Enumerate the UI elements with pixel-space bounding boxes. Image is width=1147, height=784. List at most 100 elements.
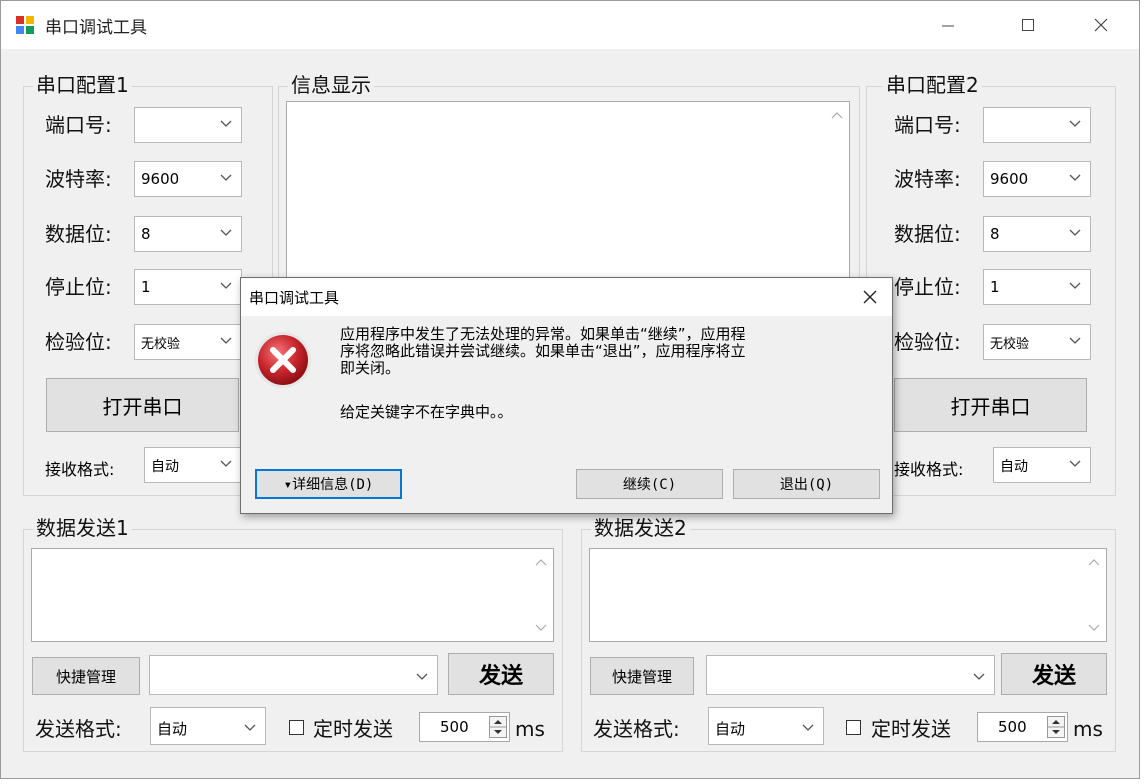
- send-format-label-1: 发送格式:: [35, 717, 122, 741]
- stopbits-value-1: 1: [141, 278, 151, 296]
- dialog-message: 应用程序中发生了无法处理的异常。如果单击“继续”，应用程 序将忽略此错误并尝试继…: [340, 326, 860, 377]
- port-label-1: 端口号:: [45, 113, 112, 137]
- databits-value-2: 8: [990, 225, 1000, 243]
- spin-arrows-icon[interactable]: [489, 716, 507, 738]
- parity-value-1: 无校验: [141, 337, 181, 352]
- chevron-down-icon: [1069, 174, 1081, 181]
- send-format-value-2: 自动: [715, 720, 746, 738]
- baud-label-1: 波特率:: [45, 167, 112, 191]
- chevron-down-icon: [802, 724, 814, 731]
- chevron-down-icon: [1069, 120, 1081, 127]
- chevron-down-icon: [1069, 229, 1081, 236]
- parity-label-1: 检验位:: [45, 330, 112, 354]
- close-icon: [863, 290, 877, 304]
- maximize-button[interactable]: [998, 1, 1058, 49]
- parity-value-2: 无校验: [990, 337, 1030, 352]
- title-bar: 串口调试工具: [1, 1, 1139, 49]
- close-button[interactable]: [1071, 1, 1131, 49]
- open-port-button-1[interactable]: 打开串口: [46, 378, 239, 432]
- quick-manage-button-1[interactable]: 快捷管理: [32, 657, 140, 695]
- baud-value-2: 9600: [990, 170, 1029, 188]
- baud-select-1[interactable]: 9600: [134, 161, 242, 197]
- send-scrollbar-1[interactable]: [529, 549, 553, 641]
- spin-arrows-icon[interactable]: [1047, 716, 1065, 738]
- send-format-select-1[interactable]: 自动: [150, 707, 266, 745]
- app-icon: [16, 16, 34, 34]
- chevron-down-icon: [220, 282, 232, 289]
- interval-value-2: 500: [998, 718, 1027, 736]
- parity-select-1[interactable]: 无校验: [134, 324, 242, 360]
- chevron-down-icon: [220, 174, 232, 181]
- databits-select-2[interactable]: 8: [983, 216, 1091, 252]
- quick-command-select-2[interactable]: [706, 655, 995, 695]
- dialog-message-line-3: 即关闭。: [340, 359, 401, 377]
- dialog-title: 串口调试工具: [249, 289, 340, 307]
- continue-button[interactable]: 继续(C): [576, 469, 723, 499]
- baud-label-2: 波特率:: [894, 167, 961, 191]
- scroll-up-icon: [535, 559, 547, 566]
- timed-send-checkbox-1[interactable]: [289, 720, 304, 735]
- dialog-message-line-2: 序将忽略此错误并尝试继续。如果单击“退出”，应用程序将立: [340, 342, 746, 360]
- timed-send-label-2: 定时发送: [871, 717, 951, 741]
- chevron-down-icon: [416, 673, 428, 680]
- databits-label-1: 数据位:: [45, 222, 112, 246]
- serial-config-2-title: 串口配置2: [883, 74, 982, 96]
- window-title: 串口调试工具: [45, 18, 147, 38]
- stopbits-label-2: 停止位:: [894, 275, 961, 299]
- timed-send-checkbox-2[interactable]: [846, 720, 861, 735]
- close-icon: [1094, 18, 1108, 32]
- recv-format-select-1[interactable]: 自动: [144, 447, 242, 483]
- send-textarea-2[interactable]: [589, 548, 1107, 642]
- send-button-2[interactable]: 发送: [1001, 653, 1107, 695]
- scroll-down-icon: [535, 624, 547, 631]
- interval-input-2[interactable]: 500: [977, 712, 1068, 742]
- send-format-select-2[interactable]: 自动: [708, 707, 824, 745]
- stopbits-label-1: 停止位:: [45, 275, 112, 299]
- stopbits-select-1[interactable]: 1: [134, 269, 242, 305]
- send-format-label-2: 发送格式:: [593, 717, 680, 741]
- scroll-up-icon: [831, 112, 843, 119]
- quit-button[interactable]: 退出(Q): [733, 469, 880, 499]
- recv-format-label-2: 接收格式:: [894, 460, 964, 479]
- port-label-2: 端口号:: [894, 113, 961, 137]
- data-send-2-title: 数据发送2: [591, 517, 690, 539]
- send-button-1[interactable]: 发送: [448, 653, 554, 695]
- error-dialog: 串口调试工具 应用程序中发生了无法处理的异常。如果单击“继续”，应用程 序将忽略…: [240, 277, 893, 514]
- baud-value-1: 9600: [141, 170, 180, 188]
- chevron-down-icon: [973, 673, 985, 680]
- maximize-icon: [1022, 19, 1034, 31]
- scroll-up-icon: [1088, 559, 1100, 566]
- dialog-close-button[interactable]: [853, 282, 887, 312]
- chevron-down-icon: [244, 724, 256, 731]
- dialog-detail-text: 给定关键字不在字典中。。: [340, 403, 513, 421]
- interval-input-1[interactable]: 500: [419, 712, 510, 742]
- port-select-1[interactable]: [134, 107, 242, 143]
- databits-value-1: 8: [141, 225, 151, 243]
- port-select-2[interactable]: [983, 107, 1091, 143]
- send-scrollbar-2[interactable]: [1082, 549, 1106, 641]
- databits-label-2: 数据位:: [894, 222, 961, 246]
- recv-format-select-2[interactable]: 自动: [993, 447, 1091, 483]
- stopbits-select-2[interactable]: 1: [983, 269, 1091, 305]
- quick-manage-button-2[interactable]: 快捷管理: [590, 657, 694, 695]
- minimize-icon: [942, 25, 954, 27]
- chevron-down-icon: [220, 229, 232, 236]
- timed-send-label-1: 定时发送: [313, 717, 393, 741]
- details-button[interactable]: ▾详细信息(D): [255, 469, 402, 499]
- open-port-button-2[interactable]: 打开串口: [894, 378, 1087, 432]
- parity-label-2: 检验位:: [894, 330, 961, 354]
- chevron-down-icon: [1069, 460, 1081, 467]
- send-textarea-1[interactable]: [31, 548, 554, 642]
- parity-select-2[interactable]: 无校验: [983, 324, 1091, 360]
- databits-select-1[interactable]: 8: [134, 216, 242, 252]
- send-format-value-1: 自动: [157, 720, 188, 738]
- quick-command-select-1[interactable]: [149, 655, 438, 695]
- data-send-1-title: 数据发送1: [33, 517, 132, 539]
- stopbits-value-2: 1: [990, 278, 1000, 296]
- recv-format-value-1: 自动: [151, 459, 179, 475]
- scroll-down-icon: [1088, 624, 1100, 631]
- baud-select-2[interactable]: 9600: [983, 161, 1091, 197]
- interval-unit-1: ms: [515, 717, 545, 741]
- minimize-button[interactable]: [918, 1, 978, 49]
- chevron-down-icon: [220, 337, 232, 344]
